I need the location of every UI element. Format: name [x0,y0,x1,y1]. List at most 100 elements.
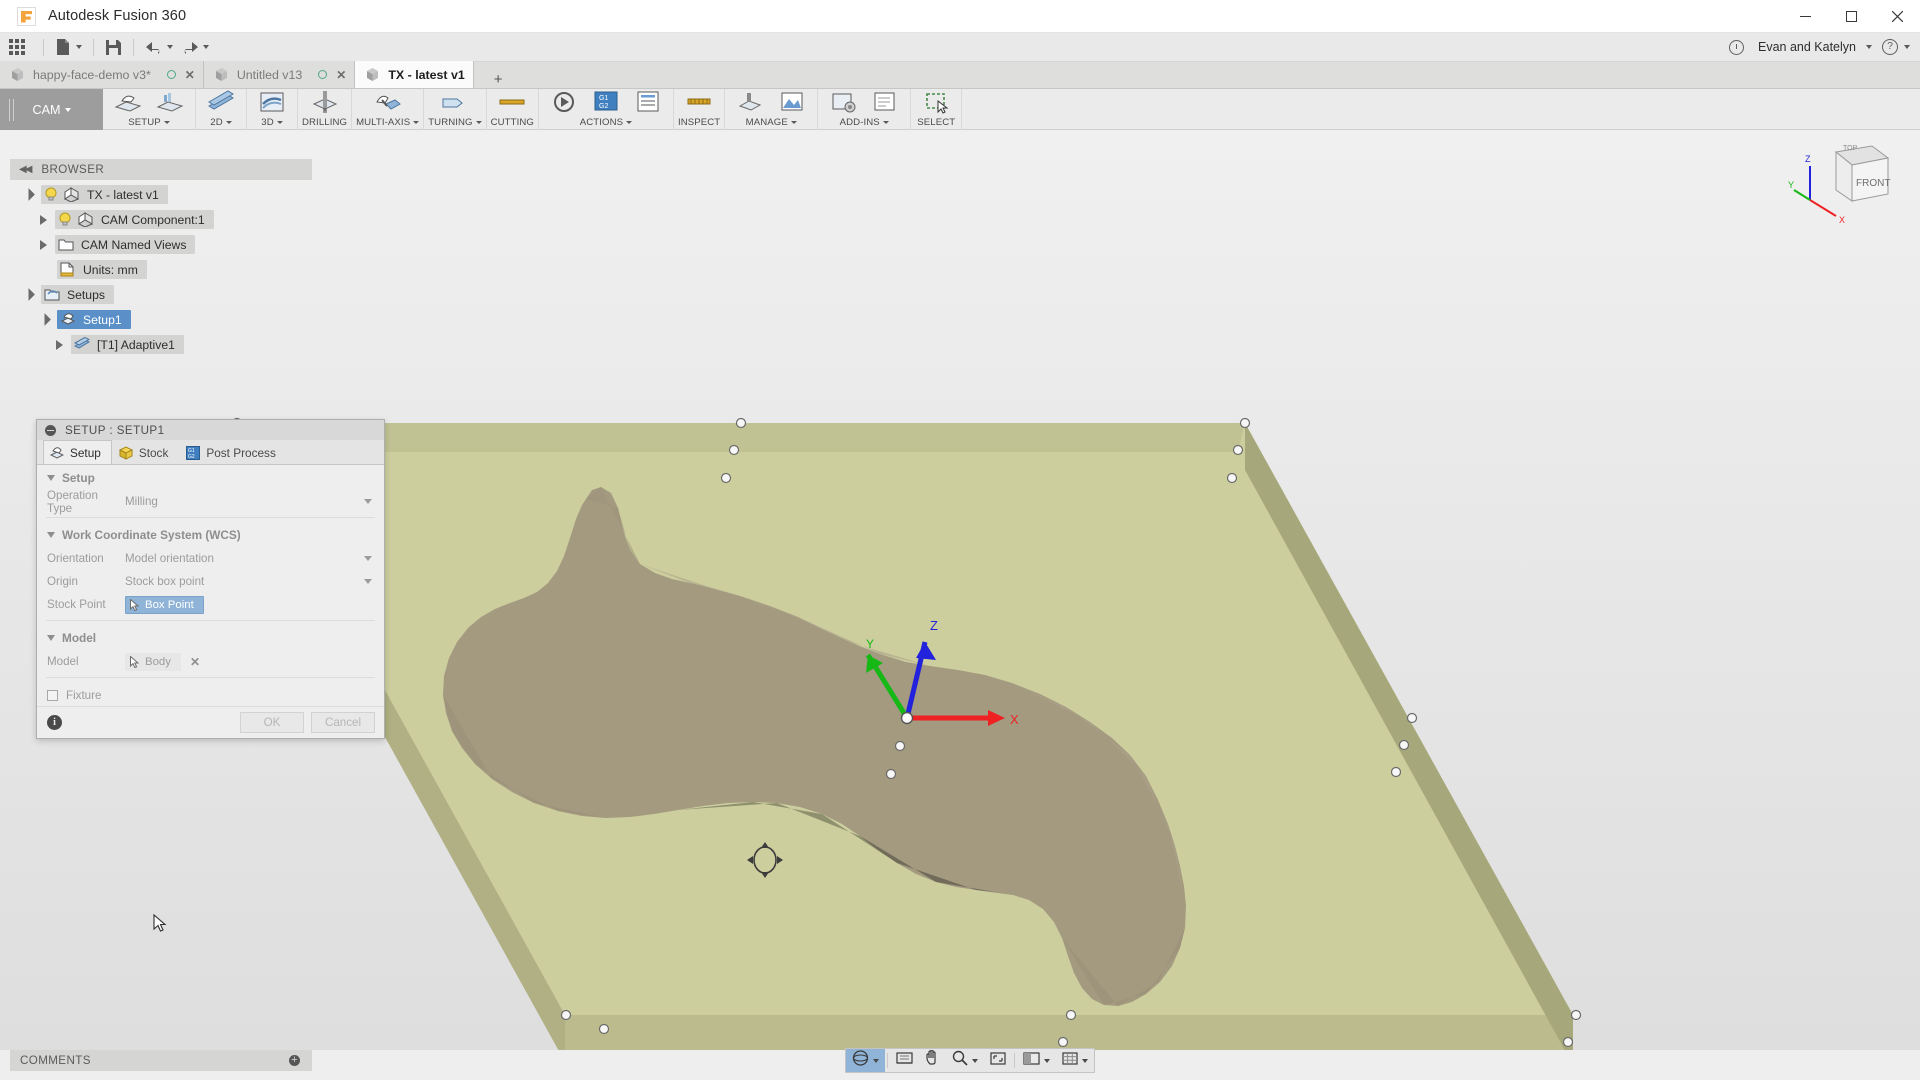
chevron-down-icon[interactable] [972,1059,978,1063]
close-button[interactable] [1874,0,1920,33]
manage-icon[interactable] [771,89,813,115]
dialog-tab-post-process[interactable]: G1G2Post Process [179,440,287,464]
expander-closed-icon[interactable] [40,240,47,250]
add-ins-icon[interactable] [822,89,864,115]
ribbon-group-label-wrap[interactable]: ACTIONS [580,115,632,129]
collapse-dialog-icon[interactable] [45,425,56,436]
ribbon-group-label-wrap[interactable]: MANAGE [746,115,797,129]
grid-apps-icon[interactable] [9,39,25,55]
field-value[interactable]: Stock box point [125,575,364,588]
document-tab[interactable]: TX - latest v1 [355,61,473,88]
ribbon-group-label-wrap[interactable]: MULTI-AXIS [356,115,419,129]
chevron-down-icon[interactable] [1904,45,1910,49]
dialog-tab-stock[interactable]: Stock [112,440,180,464]
tool-library-icon[interactable] [729,89,771,115]
browser-node-body[interactable]: [T1] Adaptive1 [71,335,184,354]
chevron-down-icon[interactable] [873,1059,879,1063]
user-name-label[interactable]: Evan and Katelyn [1758,40,1856,54]
chevron-down-icon[interactable] [364,556,372,561]
clear-selection-icon[interactable]: ✕ [190,655,200,669]
browser-node-cam-component-1[interactable]: CAM Component:1 [10,207,312,232]
nav-grid-snap-icon[interactable] [1056,1049,1094,1072]
dialog-section-header[interactable]: Work Coordinate System (WCS) [37,522,384,547]
new-folder-icon[interactable] [149,89,191,115]
setup-icon[interactable] [107,89,149,115]
collapse-left-icon[interactable]: ◀◀ [19,164,30,175]
box-point-select-button[interactable]: Box Point [125,596,204,614]
chevron-down-icon[interactable] [1082,1059,1088,1063]
post-process-icon[interactable]: G1G2 [585,89,627,115]
browser-node-body[interactable]: Setup1 [57,310,131,329]
dialog-section-header[interactable]: Model [37,625,384,650]
redo-button[interactable] [177,33,213,62]
close-icon[interactable]: ✕ [336,69,346,81]
expander-closed-icon[interactable] [56,340,63,350]
cutting-icon[interactable] [491,89,533,115]
ribbon-group-label-wrap[interactable]: SELECT [917,115,955,129]
turning-icon[interactable] [434,89,476,115]
model-select-button[interactable]: Body [125,653,181,671]
nav-fit-icon[interactable] [984,1049,1012,1072]
expander-closed-icon[interactable] [40,215,47,225]
minimize-button[interactable] [1782,0,1828,33]
comments-panel-header[interactable]: COMMENTS + [10,1050,312,1071]
scripts-icon[interactable] [864,89,906,115]
ribbon-group-label-wrap[interactable]: TURNING [428,115,481,129]
browser-node-units-mm[interactable]: Units: mm [10,257,312,282]
undo-button[interactable] [141,33,177,62]
multi-axis-icon[interactable] [367,89,409,115]
expander-open-icon[interactable] [22,188,35,201]
ribbon-group-label-wrap[interactable]: INSPECT [678,115,720,129]
chevron-down-icon[interactable] [364,499,372,504]
clock-history-icon[interactable] [1729,40,1744,55]
chevron-down-icon[interactable] [1866,45,1872,49]
chevron-down-icon[interactable] [364,579,372,584]
fixture-row[interactable]: Fixture [37,684,384,707]
document-tab[interactable]: Untitled v13✕ [204,61,356,88]
workspace-selector[interactable]: CAM [0,89,103,130]
ribbon-group-label-wrap[interactable]: 3D [261,115,282,129]
ribbon-group-label-wrap[interactable]: CUTTING [491,115,534,129]
nav-zoom-icon[interactable] [946,1049,984,1072]
expander-open-icon[interactable] [38,313,51,326]
document-tab[interactable]: happy-face-demo v3*✕ [0,61,204,88]
drilling-icon[interactable] [304,89,346,115]
visibility-bulb-icon[interactable] [58,212,72,227]
setup-dialog[interactable]: SETUP : SETUP1 SetupStockG1G2Post Proces… [36,419,385,739]
select-icon[interactable] [915,89,957,115]
browser-node-body[interactable]: Setups [41,285,114,304]
dialog-tab-setup[interactable]: Setup [43,440,112,464]
2d-toolpath-icon[interactable] [200,89,242,115]
ribbon-group-label-wrap[interactable]: ADD-INS [840,115,889,129]
cancel-button[interactable]: Cancel [311,712,375,733]
browser-node-body[interactable]: CAM Named Views [55,235,195,254]
ok-button[interactable]: OK [240,712,304,733]
browser-node-setups[interactable]: Setups [10,282,312,307]
simulate-icon[interactable] [543,89,585,115]
field-value[interactable]: Milling [125,495,364,508]
maximize-button[interactable] [1828,0,1874,33]
nav-view-layout-icon[interactable] [1017,1049,1056,1072]
ribbon-group-label-wrap[interactable]: DRILLING [302,115,347,129]
3d-toolpath-icon[interactable] [251,89,293,115]
expander-open-icon[interactable] [22,288,35,301]
new-tab-button[interactable]: + [486,71,511,88]
browser-node-cam-named-views[interactable]: CAM Named Views [10,232,312,257]
ribbon-group-label-wrap[interactable]: SETUP [128,115,170,129]
help-icon[interactable]: ? [1882,39,1898,55]
browser-node--t1-adaptive1[interactable]: [T1] Adaptive1 [10,332,312,357]
nav-pan-icon[interactable] [919,1049,946,1072]
save-button[interactable] [101,33,126,62]
nav-orbit-icon[interactable] [846,1049,885,1072]
browser-node-body[interactable]: Units: mm [57,260,147,279]
setup-sheet-icon[interactable] [627,89,669,115]
browser-node-setup1[interactable]: Setup1 [10,307,312,332]
info-icon[interactable]: i [47,715,62,730]
view-cube[interactable]: FRONT TOP Z X Y [1788,138,1898,233]
chevron-down-icon[interactable] [1044,1059,1050,1063]
fixture-checkbox[interactable] [47,690,58,701]
browser-node-body[interactable]: TX - latest v1 [41,185,168,204]
inspect-icon[interactable] [678,89,720,115]
ribbon-group-label-wrap[interactable]: 2D [210,115,231,129]
browser-node-tx-latest-v1[interactable]: TX - latest v1 [10,182,312,207]
